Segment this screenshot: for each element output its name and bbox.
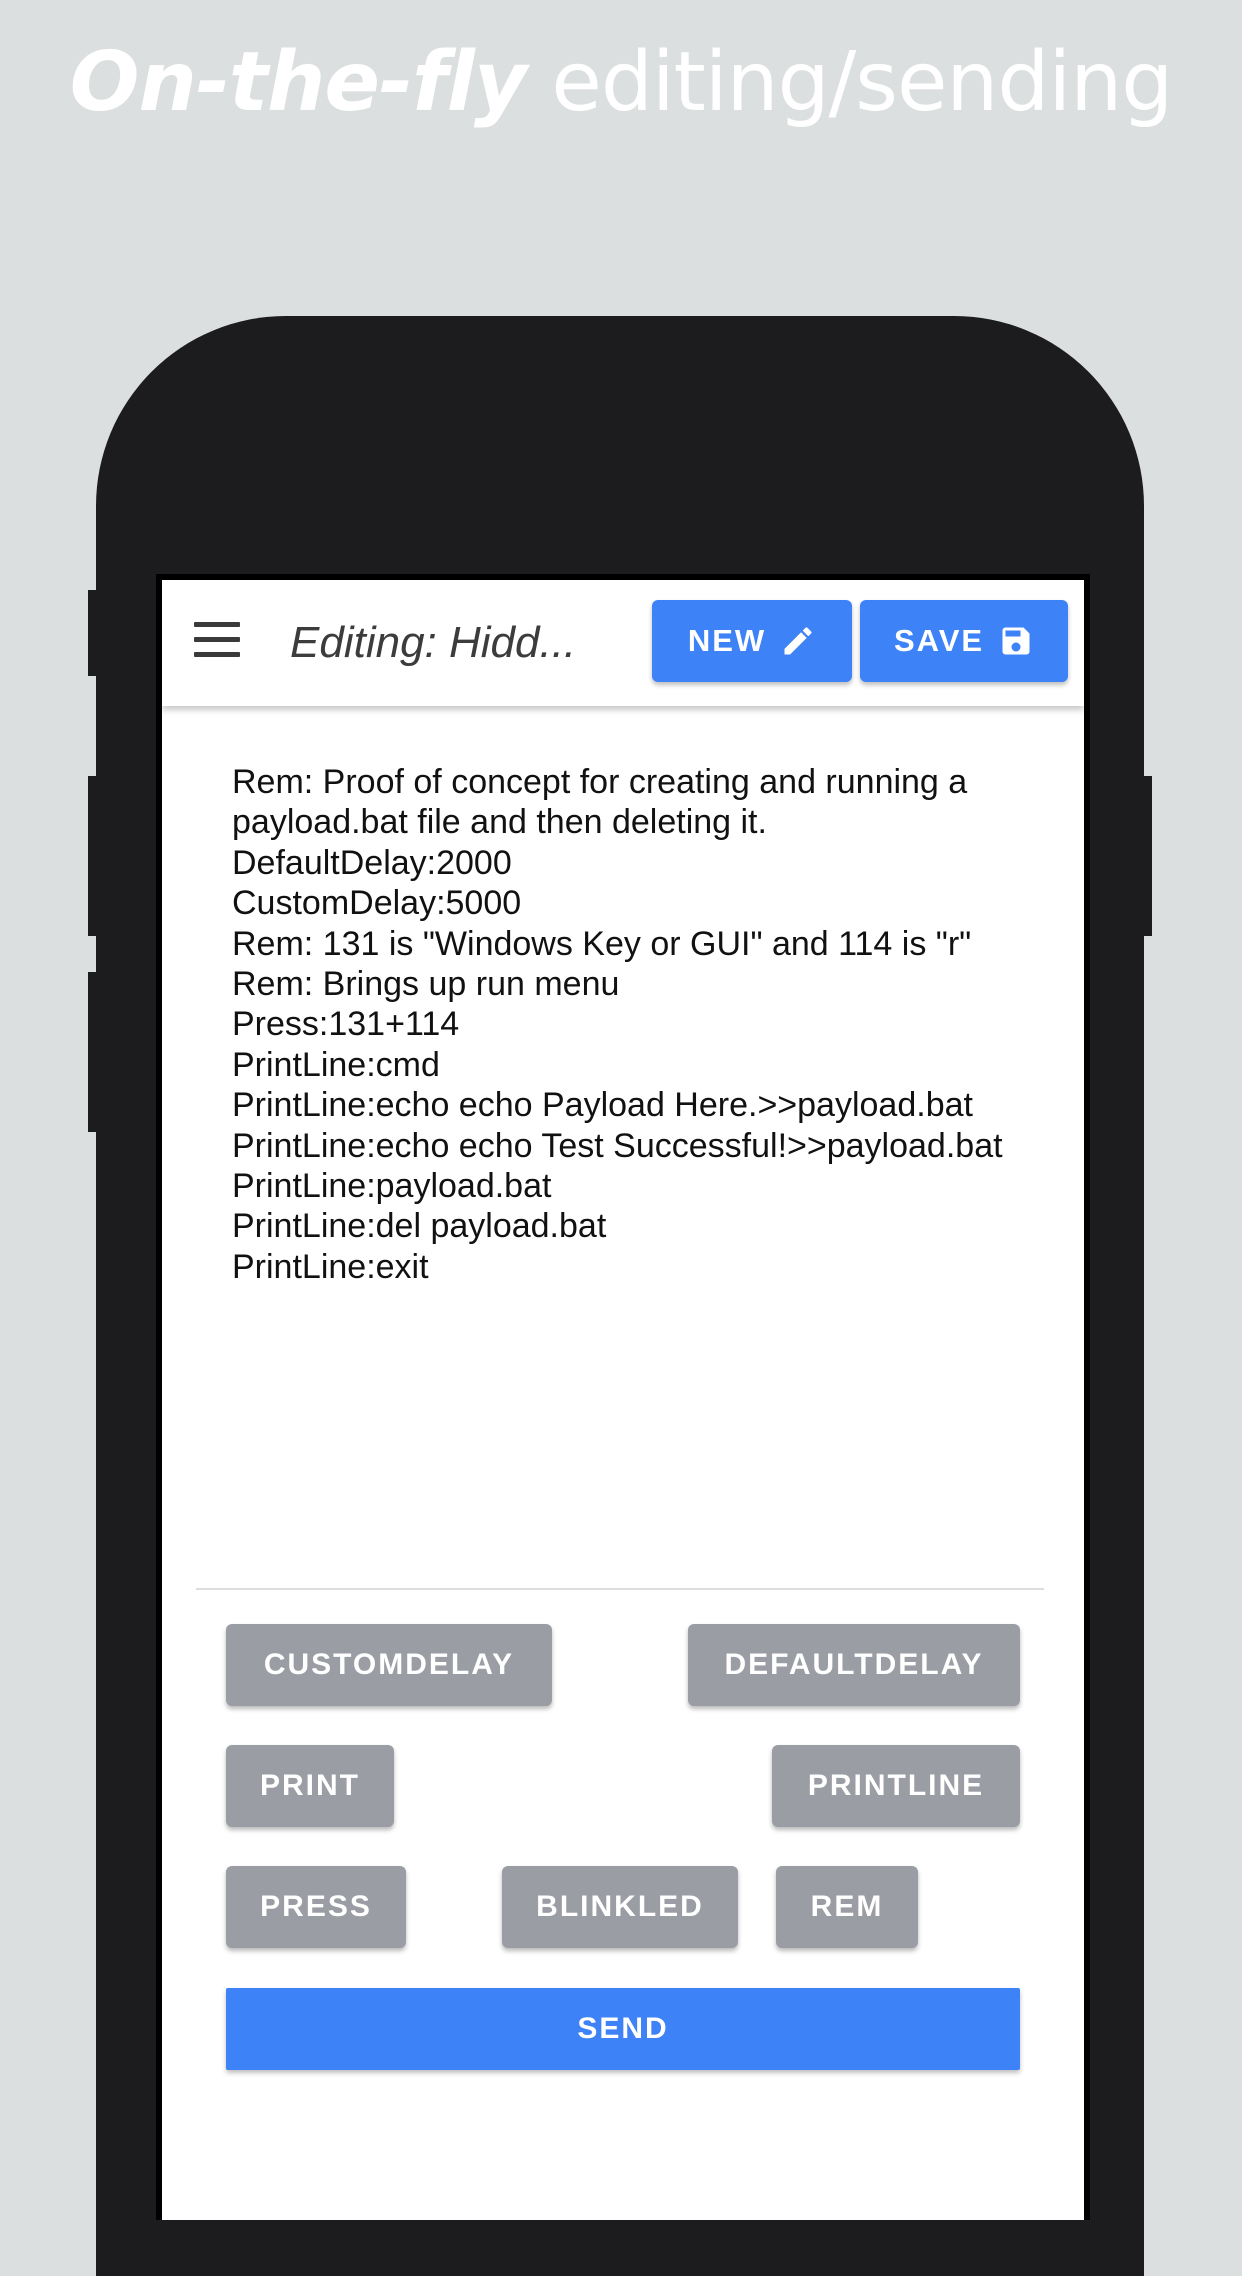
press-button[interactable]: PRESS: [226, 1866, 406, 1948]
app-screen: Editing: Hidd... NEW SAVE Rem: Proof of …: [156, 574, 1090, 2220]
print-button[interactable]: PRINT: [226, 1745, 394, 1827]
headline-rest: editing/sending: [526, 35, 1173, 130]
customdelay-button[interactable]: CUSTOMDELAY: [226, 1624, 552, 1706]
defaultdelay-button[interactable]: DEFAULTDELAY: [688, 1624, 1020, 1706]
floppy-disk-icon: [1002, 627, 1030, 655]
save-button[interactable]: SAVE: [860, 600, 1068, 682]
headline: On-the-fly editing/sending: [0, 38, 1242, 128]
editor-divider: [196, 1588, 1044, 1590]
blinkled-button[interactable]: BLINKLED: [502, 1866, 738, 1948]
app-bar: Editing: Hidd... NEW SAVE: [162, 580, 1084, 706]
printline-button[interactable]: PRINTLINE: [772, 1745, 1020, 1827]
phone-mute-switch: [88, 590, 100, 676]
headline-bold: On-the-fly: [69, 35, 528, 130]
save-button-label: SAVE: [893, 623, 985, 658]
script-text[interactable]: Rem: Proof of concept for creating and r…: [232, 762, 1012, 1287]
new-button-label: NEW: [687, 623, 767, 658]
phone-volume-down-button: [88, 972, 100, 1132]
page-title: Editing: Hidd...: [290, 618, 577, 667]
phone-volume-up-button: [88, 776, 100, 936]
pencil-icon: [784, 627, 812, 655]
script-editor[interactable]: Rem: Proof of concept for creating and r…: [162, 706, 1084, 1586]
new-button[interactable]: NEW: [652, 600, 852, 682]
send-button[interactable]: SEND: [226, 1988, 1020, 2070]
rem-button[interactable]: REM: [776, 1866, 918, 1948]
phone-power-button: [1140, 776, 1152, 936]
hamburger-menu-icon[interactable]: [194, 622, 240, 658]
